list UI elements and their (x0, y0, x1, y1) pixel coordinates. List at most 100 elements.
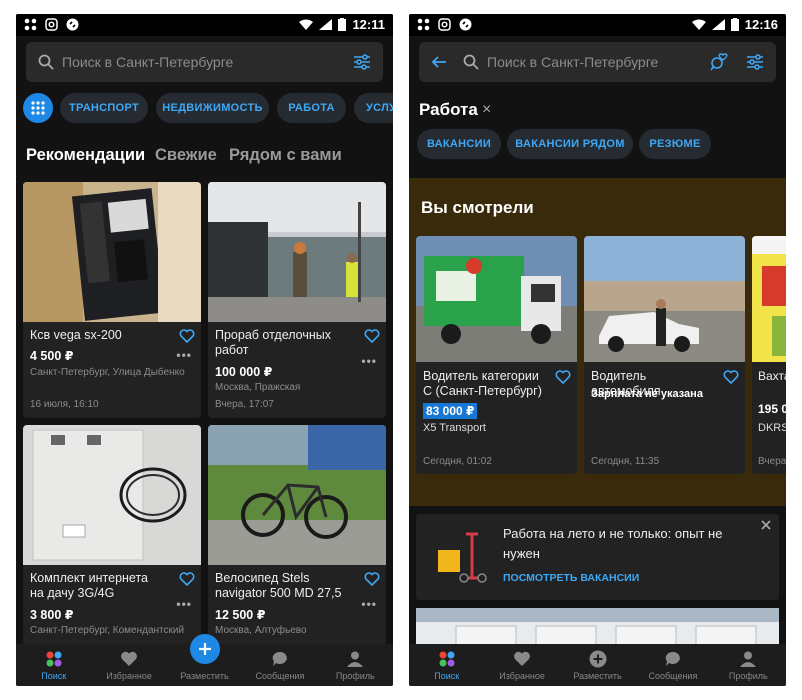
favorite-heart-icon[interactable] (555, 369, 571, 385)
salary-text: Зарплата не указана (591, 388, 703, 400)
save-search-icon[interactable] (710, 53, 728, 71)
listing-card[interactable]: Прораб отделочных работ ••• 100 000 ₽ Мо… (208, 182, 386, 418)
nav-profile[interactable]: Профиль (711, 644, 786, 686)
grid-icon (31, 101, 45, 115)
nav-label: Разместить (573, 671, 622, 681)
more-options-icon[interactable]: ••• (361, 354, 377, 368)
listing-title: Велосипед Stels navigator 500 MD 27,5 (215, 571, 342, 600)
nav-search[interactable]: Поиск (409, 644, 484, 686)
chat-bubble-icon (665, 651, 680, 666)
plus-circle-icon (589, 650, 607, 668)
listing-card[interactable]: Велосипед Stels navigator 500 MD 27,5 ••… (208, 425, 386, 645)
listing-price: 100 000 ₽ (215, 365, 273, 379)
listing-title: Комплект интернета на дачу 3G/4G (30, 571, 148, 600)
listing-card[interactable]: Ксв vega sx-200 4 500 ₽ ••• Санкт-Петерб… (23, 182, 201, 418)
shazam-icon (459, 18, 472, 31)
bottom-navigation: Поиск Избранное Разместить Сообщения Про… (409, 644, 786, 686)
tab-fresh[interactable]: Свежие (155, 146, 217, 165)
job-date: Сегодня, 11:35 (591, 456, 660, 467)
listing-photo-trucks (416, 608, 779, 648)
wifi-icon (299, 19, 314, 30)
search-bar[interactable]: Поиск в Санкт-Петербурге (26, 42, 383, 82)
favorite-heart-icon[interactable] (179, 328, 195, 344)
nav-messages[interactable]: Сообщения (635, 644, 710, 686)
nav-label: Профиль (335, 671, 375, 681)
listing-photo-radio (23, 182, 201, 322)
listing-title: Ксв vega sx-200 (30, 328, 122, 342)
chip-vacancies-nearby[interactable]: ВАКАНСИИ РЯДОМ (507, 129, 633, 159)
job-card[interactable]: Вахта 195 0 DKRS Вчера (752, 236, 786, 474)
chip-vacancies[interactable]: ВАКАНСИИ (417, 129, 501, 159)
status-bar: 12:11 (16, 14, 393, 36)
chip-services[interactable]: УСЛУ (354, 93, 393, 123)
search-input[interactable]: Поиск в Санкт-Петербурге (487, 54, 658, 70)
nav-post[interactable]: Разместить (560, 644, 635, 686)
back-arrow-icon[interactable] (431, 54, 447, 70)
app-notification-icon (417, 18, 430, 31)
promo-text: Работа на лето и не только: опыт не нуже… (503, 526, 723, 561)
person-icon (740, 651, 757, 667)
shazam-icon (66, 18, 79, 31)
chip-transport[interactable]: ТРАНСПОРТ (60, 93, 148, 123)
nav-favorites[interactable]: Избранное (484, 644, 559, 686)
post-ad-button[interactable] (189, 634, 220, 664)
listing-location: Санкт-Петербург, Улица Дыбенко (30, 367, 185, 378)
nav-search[interactable]: Поиск (16, 644, 91, 686)
search-bar[interactable]: Поиск в Санкт-Петербурге (419, 42, 776, 82)
all-categories-button[interactable] (23, 93, 53, 123)
favorite-heart-icon[interactable] (364, 328, 380, 344)
nav-label: Сообщения (648, 671, 698, 681)
salary-text: 195 0 (758, 402, 786, 416)
filter-icon[interactable] (746, 54, 764, 70)
company-name: X5 Transport (423, 422, 486, 434)
nav-label: Профиль (728, 671, 768, 681)
nav-profile[interactable]: Профиль (318, 644, 393, 686)
clock: 12:11 (352, 17, 385, 32)
tab-recommendations[interactable]: Рекомендации (26, 146, 145, 165)
chip-resume[interactable]: РЕЗЮМЕ (639, 129, 711, 159)
person-icon (347, 651, 364, 667)
job-title: Водитель категории С (Санкт-Петербург) (423, 369, 542, 398)
company-name: DKRS (758, 422, 786, 434)
viewed-section: Вы смотрели Водитель категории С (Санкт-… (409, 178, 786, 506)
more-options-icon[interactable]: ••• (176, 348, 192, 362)
listing-price: 3 800 ₽ (30, 608, 74, 622)
more-options-icon[interactable]: ••• (361, 597, 377, 611)
more-options-icon[interactable]: ••• (176, 597, 192, 611)
nav-post[interactable]: Разместить (167, 634, 242, 686)
filter-icon[interactable] (353, 54, 371, 70)
listing-date: 16 июля, 16:10 (30, 399, 99, 410)
instagram-icon (45, 18, 58, 31)
nav-label: Поиск (434, 671, 460, 681)
listing-photo-construction (208, 182, 386, 322)
job-card[interactable]: Водитель автомобиля Зарплата не указана … (584, 236, 745, 474)
heart-icon (121, 651, 138, 666)
clear-category-icon[interactable]: × (482, 101, 491, 119)
listing-card[interactable]: Комплект интернета на дачу 3G/4G ••• 3 8… (23, 425, 201, 645)
nav-label: Разместить (180, 671, 229, 681)
promo-banner[interactable]: Работа на лето и не только: опыт не нуже… (416, 514, 779, 600)
clock: 12:16 (744, 17, 778, 32)
job-card[interactable]: Водитель категории С (Санкт-Петербург) 8… (416, 236, 577, 474)
status-bar: 12:16 (409, 14, 786, 36)
favorite-heart-icon[interactable] (723, 369, 739, 385)
signal-icon (319, 19, 333, 30)
scooter-delivery-icon (438, 532, 487, 583)
favorite-heart-icon[interactable] (364, 571, 380, 587)
listing-title: Прораб отделочных работ (215, 328, 332, 357)
listing-price: 4 500 ₽ (30, 349, 74, 363)
tab-nearby[interactable]: Рядом с вами (229, 146, 342, 165)
chip-jobs[interactable]: РАБОТА (277, 93, 346, 123)
job-photo-taxi (584, 236, 745, 362)
job-date: Сегодня, 01:02 (423, 456, 492, 467)
close-icon[interactable] (761, 520, 771, 530)
category-title: Работа (419, 100, 478, 119)
search-input[interactable]: Поиск в Санкт-Петербурге (62, 54, 233, 70)
favorite-heart-icon[interactable] (179, 571, 195, 587)
chip-realty[interactable]: НЕДВИЖИМОСТЬ (156, 93, 269, 123)
nav-messages[interactable]: Сообщения (242, 644, 317, 686)
nav-favorites[interactable]: Избранное (91, 644, 166, 686)
promo-link[interactable]: ПОСМОТРЕТЬ ВАКАНСИИ (503, 572, 639, 584)
nav-label: Избранное (499, 671, 545, 681)
nav-label: Поиск (41, 671, 67, 681)
